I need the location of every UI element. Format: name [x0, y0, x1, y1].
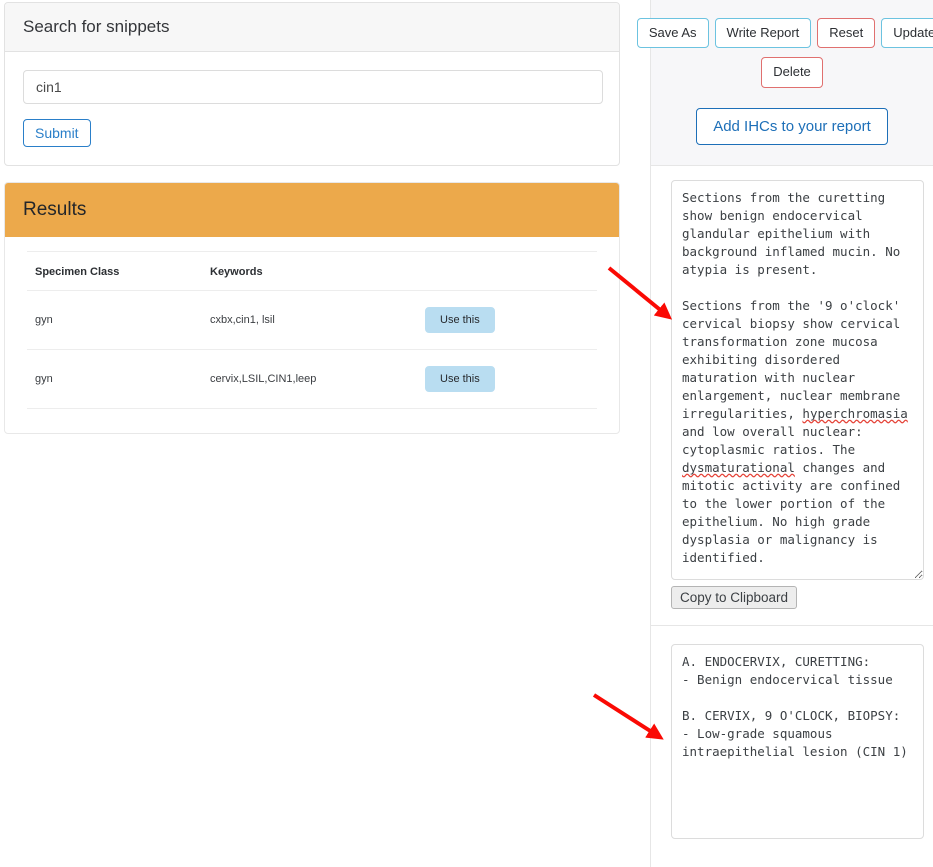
- results-card-body: Specimen Class Keywords gyn cxbx,cin1, l…: [5, 237, 619, 433]
- results-table: Specimen Class Keywords gyn cxbx,cin1, l…: [27, 251, 597, 409]
- column-header-specimen-class: Specimen Class: [27, 251, 202, 291]
- cell-action: Use this: [417, 290, 597, 350]
- save-as-button[interactable]: Save As: [636, 18, 709, 49]
- submit-button[interactable]: Submit: [23, 119, 91, 147]
- misspelled-word-dysmaturational: dysmaturational: [682, 459, 795, 475]
- update-button[interactable]: Update: [881, 18, 933, 49]
- delete-button[interactable]: Delete: [761, 57, 823, 88]
- cell-action: Use this: [417, 349, 597, 409]
- add-ihcs-button[interactable]: Add IHCs to your report: [696, 107, 888, 145]
- page-title: Search for snippets: [23, 17, 170, 36]
- diagnosis-textarea[interactable]: A. ENDOCERVIX, CURETTING: - Benign endoc…: [671, 643, 924, 839]
- search-card-header: Search for snippets: [5, 3, 619, 52]
- use-this-button[interactable]: Use this: [425, 366, 495, 392]
- cell-keywords: cxbx,cin1, lsil: [202, 290, 417, 350]
- diagnosis-panel: A. ENDOCERVIX, CURETTING: - Benign endoc…: [651, 625, 933, 849]
- report-textarea[interactable]: Sections from the curetting show benign …: [671, 179, 924, 580]
- app-root: Search for snippets Submit Results Speci…: [0, 0, 933, 867]
- report-paragraph-2-part-c: changes and mitotic activity are confine…: [682, 459, 908, 565]
- use-this-button[interactable]: Use this: [425, 307, 495, 333]
- search-card: Search for snippets Submit: [4, 2, 620, 166]
- results-card-header: Results: [5, 183, 619, 237]
- results-table-body: gyn cxbx,cin1, lsil Use this gyn cervix,…: [27, 290, 597, 409]
- left-column: Search for snippets Submit Results Speci…: [4, 2, 620, 434]
- column-header-action: [417, 251, 597, 291]
- cell-specimen-class: gyn: [27, 290, 202, 350]
- report-toolbar: Save As Write Report Reset Update Delete…: [636, 0, 933, 166]
- toolbar-button-row-secondary: Delete: [661, 57, 923, 88]
- search-card-body: Submit: [5, 52, 619, 165]
- arrow-to-diagnosis-textarea: [592, 693, 664, 740]
- results-table-head: Specimen Class Keywords: [27, 251, 597, 291]
- search-input[interactable]: [23, 70, 603, 104]
- column-header-keywords: Keywords: [202, 251, 417, 291]
- cell-specimen-class: gyn: [27, 349, 202, 409]
- cell-keywords: cervix,LSIL,CIN1,leep: [202, 349, 417, 409]
- results-title: Results: [23, 199, 87, 220]
- toolbar-button-row-primary: Save As Write Report Reset Update: [636, 18, 933, 49]
- right-column: Save As Write Report Reset Update Delete…: [636, 0, 933, 867]
- results-card: Results Specimen Class Keywords gyn cxbx…: [4, 182, 620, 434]
- report-paragraph-1: Sections from the curetting show benign …: [682, 189, 908, 277]
- table-header-row: Specimen Class Keywords: [27, 251, 597, 291]
- report-paragraph-2-part-a: Sections from the '9 o'clock' cervical b…: [682, 297, 908, 421]
- reset-button[interactable]: Reset: [817, 18, 876, 49]
- table-row: gyn cxbx,cin1, lsil Use this: [27, 290, 597, 350]
- table-row: gyn cervix,LSIL,CIN1,leep Use this: [27, 349, 597, 409]
- misspelled-word-hyperchromasia: hyperchromasia: [802, 405, 908, 421]
- write-report-button[interactable]: Write Report: [714, 18, 812, 49]
- report-editor-panel: Sections from the curetting show benign …: [651, 165, 933, 626]
- copy-to-clipboard-button[interactable]: Copy to Clipboard: [671, 585, 798, 609]
